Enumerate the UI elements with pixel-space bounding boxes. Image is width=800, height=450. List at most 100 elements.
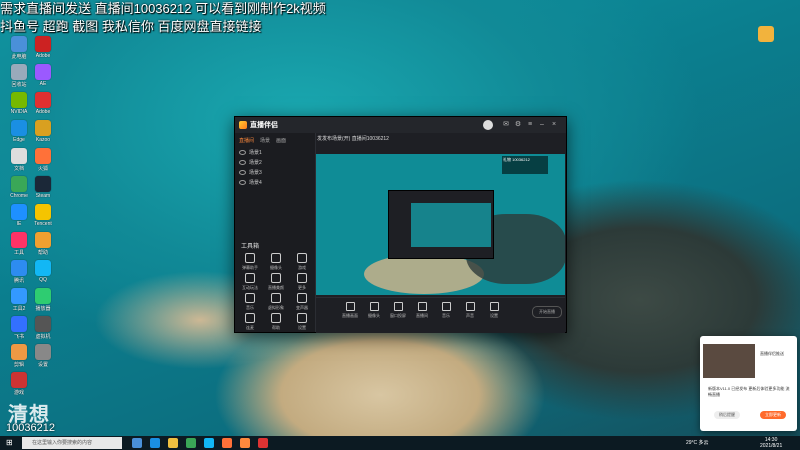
app-taskbar-icon[interactable] [258,438,268,448]
desktop-icon[interactable]: 设置 [30,344,56,368]
tool-button[interactable]: 互动玩法 [239,273,261,291]
overlay-line-2: 抖鱼号 超跑 截图 我私信你 百度网盘直接链接 [0,19,262,34]
desktop-icon-label: 虚拟机 [35,334,51,340]
close-icon[interactable]: × [549,120,559,130]
bottom-tool-button[interactable]: 设置 [484,302,504,319]
desktop-icon[interactable]: 飞书 [6,316,32,340]
desktop-icon[interactable]: AE [30,64,56,87]
desktop-icon[interactable]: 播放器 [30,288,56,312]
weather-status[interactable]: 29°C 多云 [686,439,709,446]
taskbar-search-input[interactable]: 在这里输入你要搜索的内容 [22,437,122,449]
preview-stage[interactable]: 礼物 10036212 [316,154,565,295]
desktop-icon[interactable]: Edge [6,120,32,143]
bottom-tool-button[interactable]: 直播画面 [340,302,360,319]
desktop-icon[interactable]: Adobe [30,92,56,115]
desktop-icon[interactable]: 工具 [6,232,32,256]
bottom-tool-button[interactable]: 声音 [460,302,480,319]
tool-label: 连麦 [246,325,254,330]
minimize-icon[interactable]: – [537,120,547,130]
app-icon [11,148,27,164]
task-view-icon[interactable] [132,438,142,448]
desktop-icon[interactable]: NVIDIA [6,92,32,115]
scene-item[interactable]: 场景4 [239,179,262,186]
tool-button[interactable]: 变声器 [291,293,313,311]
tool-button[interactable]: 弹幕助手 [239,253,261,271]
app-icon [35,288,51,304]
desktop-icon[interactable]: QQ [30,260,56,283]
tool-button[interactable]: 连麦 [239,313,261,331]
desktop-icon[interactable]: 文档 [6,148,32,172]
eye-icon[interactable] [239,170,246,175]
edge-icon[interactable] [150,438,160,448]
chrome-icon[interactable] [186,438,196,448]
gear-icon[interactable]: ⚙ [513,120,523,130]
desktop-icon[interactable]: 虚拟机 [30,316,56,340]
tab-live-room[interactable]: 直播间 [239,137,254,144]
desktop-icon[interactable]: Adobe [30,36,56,59]
desktop-icon[interactable]: 工具2 [6,288,32,312]
desktop-icon[interactable]: 剪辑 [6,344,32,368]
scene-item-label: 场景1 [249,150,262,156]
eye-icon[interactable] [239,150,246,155]
app-icon [35,344,51,360]
desktop-icon[interactable]: 火狐 [30,148,56,172]
desktop-icon[interactable]: 此电脑 [6,36,32,60]
desktop-icon-label: Chrome [10,193,28,199]
eye-icon[interactable] [239,180,246,185]
bottom-tool-button[interactable]: 音乐 [436,302,456,319]
remind-later-button[interactable]: 稍后提醒 [714,411,740,419]
app-icon [35,232,51,248]
tab-scene[interactable]: 场景 [260,137,270,144]
desktop-icon[interactable]: 腾讯 [6,260,32,284]
menu-icon[interactable]: ≡ [525,120,535,130]
tool-icon [271,293,281,303]
desktop-icon-label: Kazoo [35,137,51,143]
tool-icon [245,293,255,303]
tab-view[interactable]: 画面 [276,137,286,144]
bottom-tool-button[interactable]: 直播间 [412,302,432,319]
tool-button[interactable]: 更多 [291,273,313,291]
bottom-tool-label: 设置 [490,313,498,318]
desktop-icon-label: 火狐 [37,166,48,172]
mail-icon[interactable]: ✉ [501,120,511,130]
scene-item[interactable]: 场景1 [239,149,262,156]
tool-button[interactable]: 音乐 [239,293,261,311]
tool-icon [297,253,307,263]
browser-icon[interactable] [222,438,232,448]
desktop-icon[interactable]: Kazoo [30,120,56,143]
desktop-icon[interactable]: 帮助 [30,232,56,256]
tool-button[interactable]: 设置 [291,313,313,331]
update-now-button[interactable]: 立即更新 [760,411,786,419]
scene-item[interactable]: 场景2 [239,159,262,166]
windows-start-icon[interactable]: ⊞ [6,439,14,447]
avatar[interactable] [483,120,493,130]
desktop-icon[interactable]: Chrome [6,176,32,199]
desktop-icon[interactable]: IE [6,204,32,227]
tool-label: 直播美颜 [268,285,284,290]
tool-icon [271,313,281,323]
tool-button[interactable]: 直播美颜 [265,273,287,291]
desktop-icon-label: Edge [13,137,25,143]
tool-button[interactable]: 虚拟形象 [265,293,287,311]
desktop-icon-label: 工具2 [12,306,26,312]
update-notification: 直播伴侣推送 新版本V11.0 已经发布 更新后体验更多功能 流畅直播 稍后提醒… [700,336,797,431]
desktop-icon[interactable]: Tencent [30,204,56,227]
desktop-icon[interactable]: Steam [30,176,56,199]
streaming-app-taskbar-icon[interactable] [240,438,250,448]
folder-icon[interactable] [168,438,178,448]
tool-button[interactable]: 摄像头 [265,253,287,271]
taskbar: ⊞ 在这里输入你要搜索的内容 29°C 多云 14:30 2021/8/21 [0,436,800,450]
bottom-tool-button[interactable]: 摄像头 [364,302,384,319]
tool-button[interactable]: 帮助 [265,313,287,331]
taskbar-clock[interactable]: 14:30 2021/8/21 [760,437,782,449]
bottom-tool-button[interactable]: 窗口投屏 [388,302,408,319]
tool-button[interactable]: 游戏 [291,253,313,271]
start-live-button[interactable]: 开始直播 [532,306,562,318]
scene-item[interactable]: 场景3 [239,169,262,176]
qq-icon[interactable] [204,438,214,448]
desktop-icon[interactable]: 回收站 [6,64,32,88]
eye-icon[interactable] [239,160,246,165]
desktop-icon[interactable]: 游戏 [6,372,32,396]
app-icon [35,204,51,220]
pinned-app-icon[interactable] [758,26,774,42]
